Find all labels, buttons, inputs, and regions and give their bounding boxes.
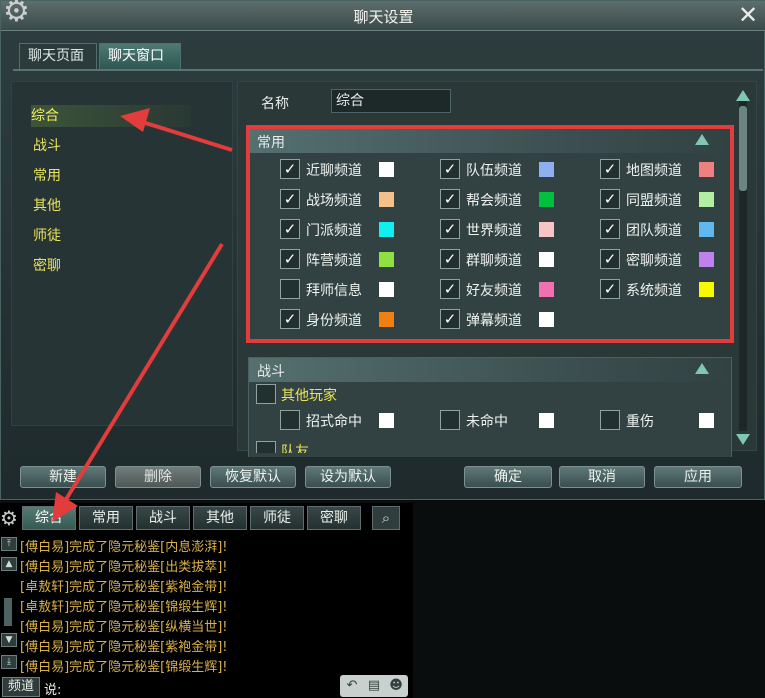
category-item-common[interactable]: 常用 bbox=[33, 165, 193, 187]
chat-tab-mentor[interactable]: 师徒 bbox=[250, 506, 304, 530]
name-label: 名称 bbox=[261, 96, 289, 112]
chat-line: [傅白易]完成了隐元秘鉴[锦缎生辉]! bbox=[20, 660, 228, 675]
undo-icon[interactable]: ↶ bbox=[342, 676, 362, 696]
category-panel bbox=[11, 81, 233, 426]
close-icon[interactable]: ✕ bbox=[736, 3, 760, 27]
checkbox-other-players[interactable] bbox=[256, 384, 276, 404]
chat-line: [傅白易]完成了隐元秘鉴[内息澎湃]! bbox=[20, 540, 228, 555]
battle-color-swatch[interactable] bbox=[539, 413, 554, 428]
chat-scrollbar[interactable] bbox=[4, 598, 12, 626]
scroll-up-icon[interactable] bbox=[736, 90, 750, 101]
chat-line: [卓敖轩]完成了隐元秘鉴[紫袍金带]! bbox=[20, 580, 228, 595]
chat-tab-battle[interactable]: 战斗 bbox=[136, 506, 190, 530]
subgroup-teammates: 队友 bbox=[281, 444, 309, 453]
category-item-general[interactable]: 综合 bbox=[31, 105, 191, 127]
name-input[interactable]: 综合 bbox=[331, 89, 451, 113]
cancel-button[interactable]: 取消 bbox=[559, 466, 645, 488]
apply-button[interactable]: 应用 bbox=[654, 466, 742, 488]
scroll-down-icon[interactable] bbox=[736, 434, 750, 445]
collapse-icon[interactable] bbox=[695, 363, 709, 374]
search-icon[interactable]: ⌕ bbox=[372, 506, 400, 530]
subgroup-other-players: 其他玩家 bbox=[281, 388, 337, 404]
say-label: 说: bbox=[44, 683, 62, 698]
scrollbar-thumb[interactable] bbox=[739, 106, 747, 191]
chat-line: [傅白易]完成了隐元秘鉴[纵横当世]! bbox=[20, 620, 228, 635]
tab-chat-window[interactable]: 聊天窗口 bbox=[99, 43, 181, 69]
chat-tab-common[interactable]: 常用 bbox=[79, 506, 133, 530]
category-item-battle[interactable]: 战斗 bbox=[33, 135, 193, 157]
tab-chat-page[interactable]: 聊天页面 bbox=[19, 43, 97, 69]
tab-divider bbox=[13, 69, 763, 71]
chat-line: [傅白易]完成了隐元秘鉴[紫袍金带]! bbox=[20, 640, 228, 655]
battle-color-swatch[interactable] bbox=[379, 413, 394, 428]
scroll-down-icon[interactable]: ▼ bbox=[1, 633, 17, 647]
scroll-top-icon[interactable]: ⤒ bbox=[1, 537, 17, 551]
battle-color-swatch[interactable] bbox=[699, 413, 714, 428]
highlight-box bbox=[246, 125, 734, 343]
category-item-mentor[interactable]: 师徒 bbox=[33, 225, 193, 247]
battle-item-label: 重伤 bbox=[626, 414, 654, 430]
new-button[interactable]: 新建 bbox=[20, 466, 106, 488]
battle-checkbox[interactable] bbox=[600, 410, 620, 430]
battle-item-label: 招式命中 bbox=[306, 414, 362, 430]
battle-checkbox[interactable] bbox=[440, 410, 460, 430]
chat-tab-private[interactable]: 密聊 bbox=[307, 506, 361, 530]
group-battle-title: 战斗 bbox=[257, 364, 285, 380]
chat-tab-other[interactable]: 其他 bbox=[193, 506, 247, 530]
category-item-private[interactable]: 密聊 bbox=[33, 255, 193, 277]
scroll-up-icon[interactable]: ▲ bbox=[1, 557, 17, 571]
restore-default-button[interactable]: 恢复默认 bbox=[210, 466, 296, 488]
group-battle-header[interactable]: 战斗 bbox=[249, 358, 731, 382]
battle-item-label: 未命中 bbox=[466, 414, 508, 430]
chat-line: [傅白易]完成了隐元秘鉴[出类拔萃]! bbox=[20, 560, 228, 575]
message-icon[interactable]: ▤ bbox=[364, 676, 384, 696]
gear-icon[interactable]: ⚙ bbox=[0, 506, 20, 530]
set-default-button[interactable]: 设为默认 bbox=[305, 466, 391, 488]
channel-button[interactable]: 频道 bbox=[2, 677, 40, 697]
scroll-bottom-icon[interactable]: ⤓ bbox=[1, 655, 17, 669]
title-bar: ⚙ 聊天设置 ✕ bbox=[1, 0, 765, 31]
window-title: 聊天设置 bbox=[353, 8, 414, 26]
category-item-other[interactable]: 其他 bbox=[33, 195, 193, 217]
chat-line: [卓敖轩]完成了隐元秘鉴[锦缎生辉]! bbox=[20, 600, 228, 615]
battle-checkbox[interactable] bbox=[280, 410, 300, 430]
delete-button[interactable]: 删除 bbox=[115, 466, 201, 488]
input-icons: ↶ ▤ ☻ bbox=[340, 675, 408, 697]
chat-tab-general[interactable]: 综合 bbox=[22, 506, 76, 530]
group-battle: 战斗 bbox=[248, 357, 732, 457]
emoji-icon[interactable]: ☻ bbox=[386, 676, 406, 696]
checkbox-teammates[interactable] bbox=[256, 441, 276, 453]
ok-button[interactable]: 确定 bbox=[464, 466, 552, 488]
chat-settings-window: ⚙ 聊天设置 ✕ 聊天页面 聊天窗口 综合 战斗 常用 其他 师徒 密聊 名称 … bbox=[0, 0, 765, 500]
